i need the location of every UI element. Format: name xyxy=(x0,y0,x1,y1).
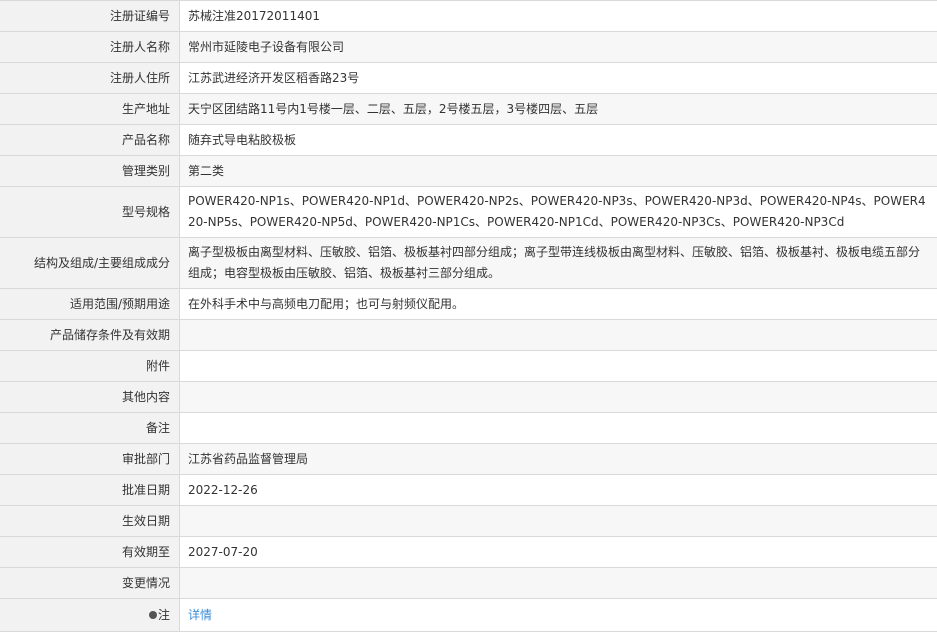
label-approval-date: 批准日期 xyxy=(0,475,180,506)
label-registration-number: 注册证编号 xyxy=(0,1,180,32)
value-change-status xyxy=(180,568,937,599)
label-intended-use: 适用范围/预期用途 xyxy=(0,289,180,320)
value-registrant-name: 常州市延陵电子设备有限公司 xyxy=(180,32,937,63)
row-management-category: 管理类别 第二类 xyxy=(0,156,937,187)
value-remarks xyxy=(180,413,937,444)
value-valid-until: 2027-07-20 xyxy=(180,537,937,568)
row-other-content: 其他内容 xyxy=(0,382,937,413)
value-effective-date xyxy=(180,506,937,537)
value-attachments xyxy=(180,351,937,382)
row-registrant-name: 注册人名称 常州市延陵电子设备有限公司 xyxy=(0,32,937,63)
label-other-content: 其他内容 xyxy=(0,382,180,413)
row-structure-composition: 结构及组成/主要组成成分 离子型极板由离型材料、压敏胶、铝箔、极板基衬四部分组成… xyxy=(0,238,937,289)
label-note: 注 xyxy=(0,599,180,632)
label-change-status: 变更情况 xyxy=(0,568,180,599)
row-note: 注 详情 xyxy=(0,599,937,632)
value-product-name: 随弃式导电粘胶极板 xyxy=(180,125,937,156)
row-approval-date: 批准日期 2022-12-26 xyxy=(0,475,937,506)
label-product-name: 产品名称 xyxy=(0,125,180,156)
label-valid-until: 有效期至 xyxy=(0,537,180,568)
value-production-address: 天宁区团结路11号内1号楼一层、二层、五层，2号楼五层，3号楼四层、五层 xyxy=(180,94,937,125)
value-registration-number: 苏械注准20172011401 xyxy=(180,1,937,32)
value-model-spec: POWER420-NP1s、POWER420-NP1d、POWER420-NP2… xyxy=(180,187,937,238)
row-storage-validity: 产品储存条件及有效期 xyxy=(0,320,937,351)
row-product-name: 产品名称 随弃式导电粘胶极板 xyxy=(0,125,937,156)
label-effective-date: 生效日期 xyxy=(0,506,180,537)
value-registrant-address: 江苏武进经济开发区稻香路23号 xyxy=(180,63,937,94)
row-valid-until: 有效期至 2027-07-20 xyxy=(0,537,937,568)
row-registration-number: 注册证编号 苏械注准20172011401 xyxy=(0,1,937,32)
label-structure-composition: 结构及组成/主要组成成分 xyxy=(0,238,180,289)
label-storage-validity: 产品储存条件及有效期 xyxy=(0,320,180,351)
label-registrant-address: 注册人住所 xyxy=(0,63,180,94)
value-storage-validity xyxy=(180,320,937,351)
row-intended-use: 适用范围/预期用途 在外科手术中与高频电刀配用；也可与射频仪配用。 xyxy=(0,289,937,320)
value-other-content xyxy=(180,382,937,413)
label-registrant-name: 注册人名称 xyxy=(0,32,180,63)
value-approval-date: 2022-12-26 xyxy=(180,475,937,506)
value-structure-composition: 离子型极板由离型材料、压敏胶、铝箔、极板基衬四部分组成；离子型带连线极板由离型材… xyxy=(180,238,937,289)
row-effective-date: 生效日期 xyxy=(0,506,937,537)
registration-detail-table: 注册证编号 苏械注准20172011401 注册人名称 常州市延陵电子设备有限公… xyxy=(0,0,937,632)
value-approval-department: 江苏省药品监督管理局 xyxy=(180,444,937,475)
row-change-status: 变更情况 xyxy=(0,568,937,599)
label-attachments: 附件 xyxy=(0,351,180,382)
label-note-text: 注 xyxy=(158,608,170,622)
label-management-category: 管理类别 xyxy=(0,156,180,187)
details-link[interactable]: 详情 xyxy=(188,608,212,622)
row-production-address: 生产地址 天宁区团结路11号内1号楼一层、二层、五层，2号楼五层，3号楼四层、五… xyxy=(0,94,937,125)
label-model-spec: 型号规格 xyxy=(0,187,180,238)
label-approval-department: 审批部门 xyxy=(0,444,180,475)
row-registrant-address: 注册人住所 江苏武进经济开发区稻香路23号 xyxy=(0,63,937,94)
label-remarks: 备注 xyxy=(0,413,180,444)
row-approval-department: 审批部门 江苏省药品监督管理局 xyxy=(0,444,937,475)
value-note: 详情 xyxy=(180,599,937,632)
value-intended-use: 在外科手术中与高频电刀配用；也可与射频仪配用。 xyxy=(180,289,937,320)
value-management-category: 第二类 xyxy=(180,156,937,187)
row-remarks: 备注 xyxy=(0,413,937,444)
row-model-spec: 型号规格 POWER420-NP1s、POWER420-NP1d、POWER42… xyxy=(0,187,937,238)
note-bulb-icon xyxy=(149,611,157,619)
row-attachments: 附件 xyxy=(0,351,937,382)
label-production-address: 生产地址 xyxy=(0,94,180,125)
